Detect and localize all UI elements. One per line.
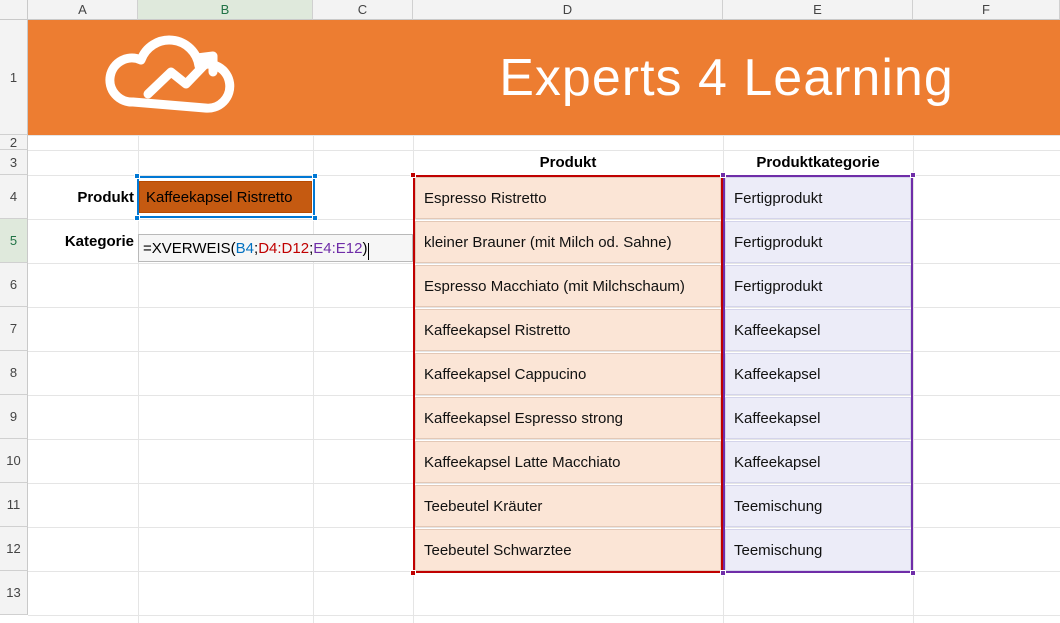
- row-header-11[interactable]: 11: [0, 483, 28, 527]
- handle-icon[interactable]: [312, 173, 318, 179]
- formula-text: =XVERWEIS(B4;D4:D12;E4:E12): [143, 240, 369, 257]
- col-header-B[interactable]: B: [138, 0, 313, 20]
- column-headers: A B C D E F: [28, 0, 1060, 20]
- row-header-3[interactable]: 3: [0, 150, 28, 175]
- col-header-C[interactable]: C: [313, 0, 413, 20]
- table-row[interactable]: Kaffeekapsel Cappucino: [415, 353, 721, 395]
- handle-icon[interactable]: [910, 570, 916, 576]
- label-kategorie: Kategorie: [28, 219, 138, 263]
- table-row[interactable]: Fertigprodukt: [725, 265, 911, 307]
- handle-icon[interactable]: [134, 215, 140, 221]
- row-header-10[interactable]: 10: [0, 439, 28, 483]
- handle-icon[interactable]: [910, 172, 916, 178]
- col-header-A[interactable]: A: [28, 0, 138, 20]
- cell-B4-value: Kaffeekapsel Ristretto: [146, 189, 292, 206]
- banner-title: Experts 4 Learning: [413, 20, 1040, 135]
- text-cursor-icon: [368, 243, 369, 260]
- table-header-kategorie: Produktkategorie: [723, 150, 913, 175]
- col-header-E[interactable]: E: [723, 0, 913, 20]
- handle-icon[interactable]: [410, 172, 416, 178]
- table-row[interactable]: kleiner Brauner (mit Milch od. Sahne): [415, 221, 721, 263]
- table-row[interactable]: Kaffeekapsel: [725, 397, 911, 439]
- table-row[interactable]: Teebeutel Schwarztee: [415, 529, 721, 571]
- row-header-2[interactable]: 2: [0, 135, 28, 150]
- row-header-9[interactable]: 9: [0, 395, 28, 439]
- row-header-4[interactable]: 4: [0, 175, 28, 219]
- handle-icon[interactable]: [312, 215, 318, 221]
- handle-icon[interactable]: [410, 570, 416, 576]
- table-row[interactable]: Teemischung: [725, 485, 911, 527]
- table-row[interactable]: Kaffeekapsel: [725, 309, 911, 351]
- label-produkt: Produkt: [28, 175, 138, 219]
- handle-icon[interactable]: [720, 172, 726, 178]
- table-header-produkt: Produkt: [413, 150, 723, 175]
- spreadsheet-area: A B C D E F 1 2 3 4 5 6 7 8 9 10 11 12 1…: [0, 0, 1060, 623]
- grid-body[interactable]: Experts 4 Learning Produkt Kategorie Kaf…: [28, 20, 1060, 623]
- cell-B5-formula-edit[interactable]: =XVERWEIS(B4;D4:D12;E4:E12): [138, 234, 413, 262]
- handle-icon[interactable]: [720, 570, 726, 576]
- row-header-8[interactable]: 8: [0, 351, 28, 395]
- row-header-1[interactable]: 1: [0, 20, 28, 135]
- col-header-D[interactable]: D: [413, 0, 723, 20]
- table-row[interactable]: Espresso Macchiato (mit Milchschaum): [415, 265, 721, 307]
- row-header-13[interactable]: 13: [0, 571, 28, 615]
- select-all-corner[interactable]: [0, 0, 28, 20]
- table-row[interactable]: Kaffeekapsel Ristretto: [415, 309, 721, 351]
- row-header-12[interactable]: 12: [0, 527, 28, 571]
- col-header-F[interactable]: F: [913, 0, 1060, 20]
- table-row[interactable]: Fertigprodukt: [725, 221, 911, 263]
- row-header-7[interactable]: 7: [0, 307, 28, 351]
- cell-B4[interactable]: Kaffeekapsel Ristretto: [139, 181, 312, 213]
- logo-cloud-icon: [88, 22, 258, 132]
- table-row[interactable]: Teemischung: [725, 529, 911, 571]
- row-header-6[interactable]: 6: [0, 263, 28, 307]
- table-row[interactable]: Fertigprodukt: [725, 177, 911, 219]
- table-row[interactable]: Kaffeekapsel Espresso strong: [415, 397, 721, 439]
- table-row[interactable]: Teebeutel Kräuter: [415, 485, 721, 527]
- table-row[interactable]: Kaffeekapsel Latte Macchiato: [415, 441, 721, 483]
- row-header-5[interactable]: 5: [0, 219, 28, 263]
- table-row[interactable]: Kaffeekapsel: [725, 441, 911, 483]
- table-row[interactable]: Espresso Ristretto: [415, 177, 721, 219]
- handle-icon[interactable]: [134, 173, 140, 179]
- row-headers: 1 2 3 4 5 6 7 8 9 10 11 12 13: [0, 20, 28, 615]
- table-row[interactable]: Kaffeekapsel: [725, 353, 911, 395]
